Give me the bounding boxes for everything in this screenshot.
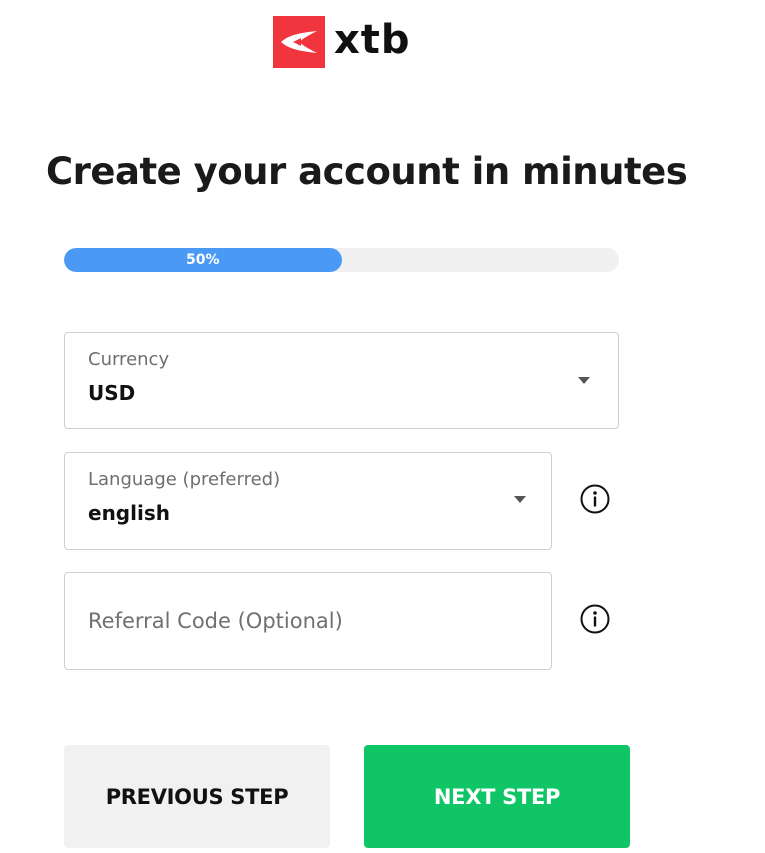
currency-label: Currency	[88, 349, 170, 370]
account-setup-page: xtb Create your account in minutes 50% C…	[0, 0, 765, 853]
currency-select[interactable]: Currency USD	[64, 332, 619, 429]
referral-code-placeholder: Referral Code (Optional)	[88, 609, 343, 633]
progress-fill: 50%	[64, 248, 342, 272]
referral-code-input[interactable]: Referral Code (Optional)	[64, 572, 552, 670]
caret-down-icon	[514, 496, 526, 503]
language-select[interactable]: Language (preferred) english	[64, 452, 552, 550]
brand-name: xtb	[334, 17, 411, 63]
progress-label: 50%	[185, 252, 220, 268]
progress-bar: 50%	[64, 248, 619, 272]
caret-down-icon	[578, 377, 590, 384]
previous-step-button[interactable]: PREVIOUS STEP	[64, 745, 330, 848]
info-icon[interactable]	[579, 603, 611, 635]
xtb-logo-mark-icon	[273, 16, 325, 68]
next-step-button[interactable]: NEXT STEP	[364, 745, 630, 848]
language-label: Language (preferred)	[88, 469, 281, 490]
info-icon[interactable]	[579, 483, 611, 515]
currency-value: USD	[88, 381, 136, 405]
language-value: english	[88, 501, 170, 525]
xtb-logo: xtb	[273, 16, 411, 68]
page-title: Create your account in minutes	[46, 150, 688, 193]
